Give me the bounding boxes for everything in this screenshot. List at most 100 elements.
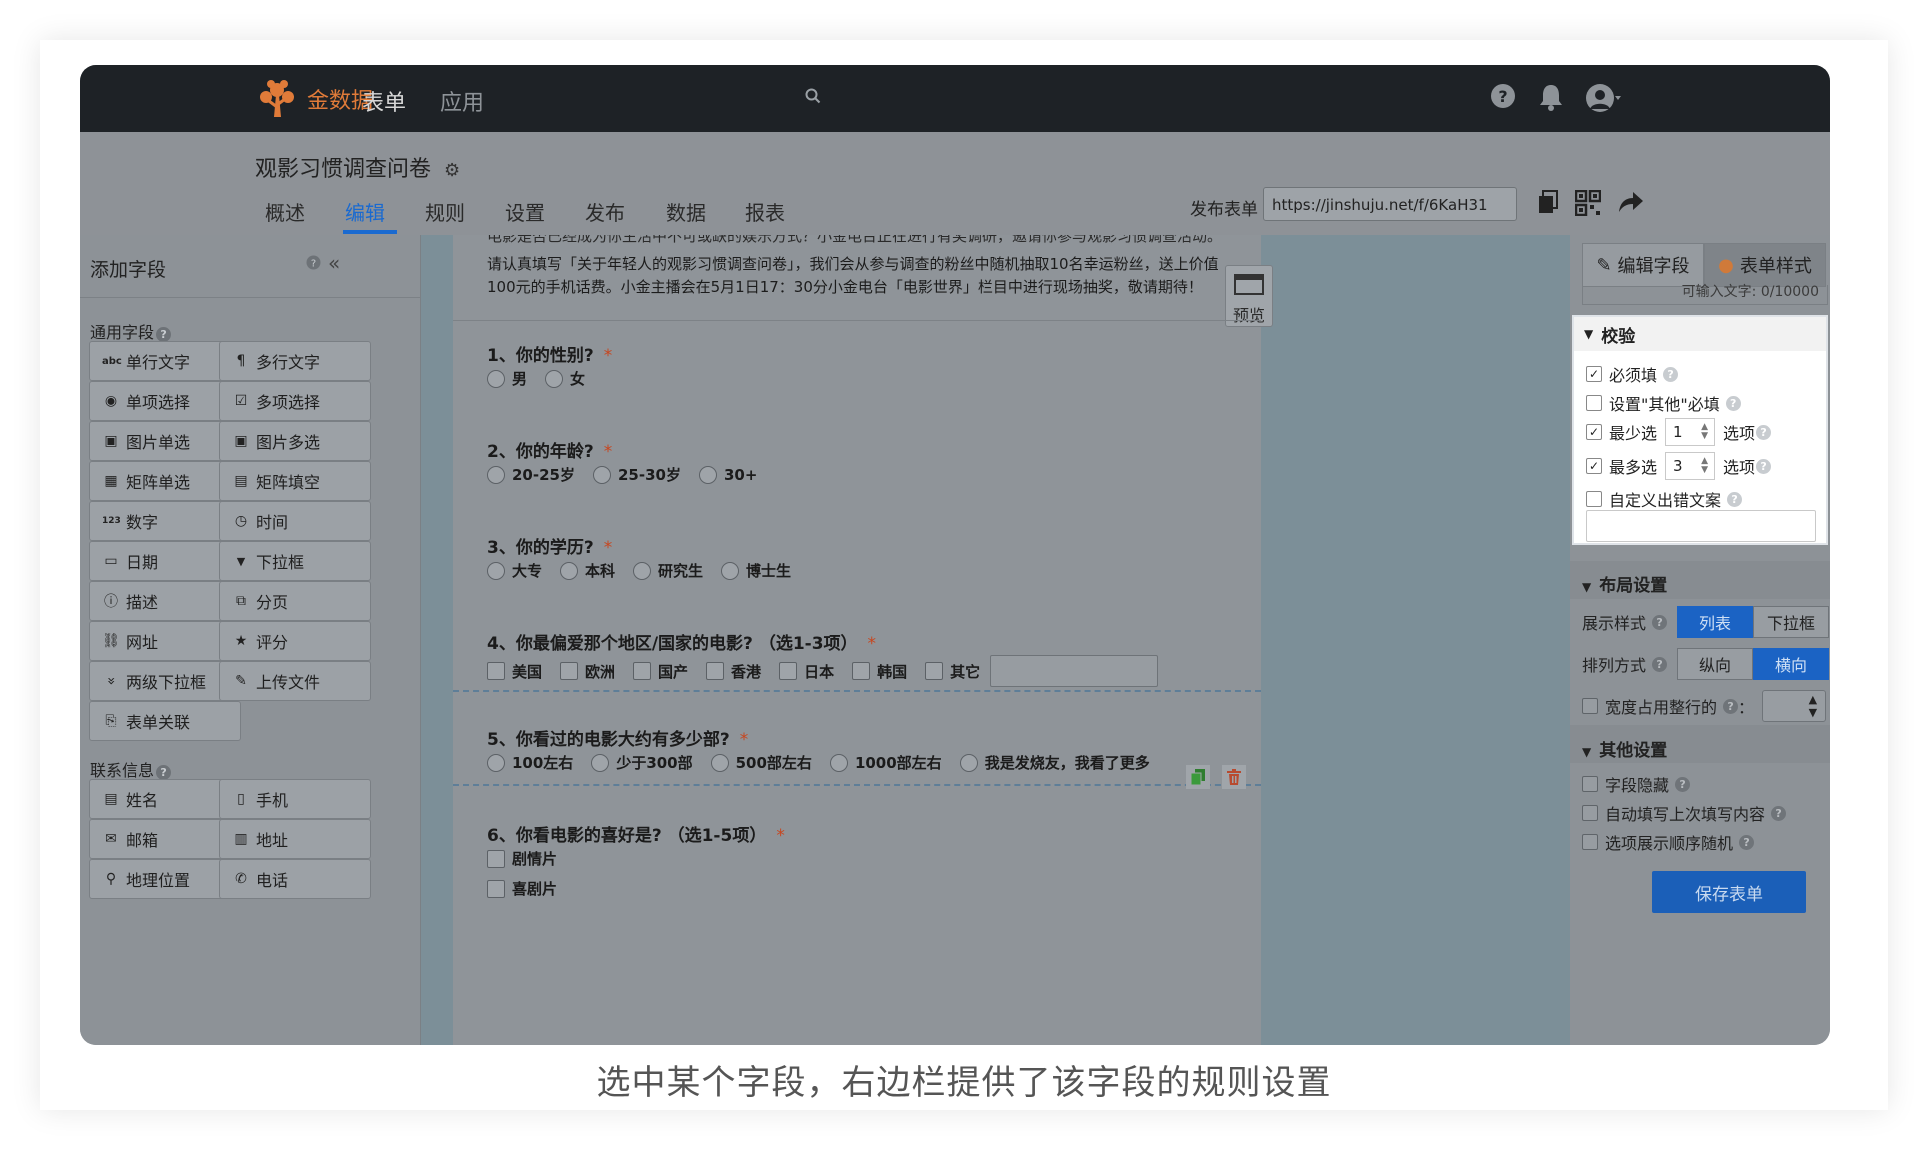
radio-button[interactable]	[487, 369, 505, 388]
layout-heading[interactable]: ▼ 布局设置	[1582, 571, 1667, 596]
radio-option[interactable]: 20-25岁	[487, 464, 575, 485]
min-select-stepper[interactable]: 1 ▲ ▼	[1665, 418, 1716, 446]
autofill-row[interactable]: 自动填写上次填写内容?	[1582, 801, 1787, 825]
save-form-button[interactable]: 保存表单	[1652, 871, 1806, 913]
field-button-dropdown[interactable]: ▼ 下拉框	[219, 541, 371, 581]
field-button-pagination[interactable]: ⧉ 分页	[219, 581, 371, 621]
display-style-list[interactable]: 列表	[1677, 606, 1754, 638]
help-icon[interactable]: ?	[1723, 698, 1739, 714]
preview-button[interactable]: 预览	[1225, 265, 1273, 327]
tab-edit[interactable]: 编辑	[345, 197, 385, 226]
field-button-time[interactable]: ◷ 时间	[219, 501, 371, 541]
tab-settings[interactable]: 设置	[505, 197, 545, 226]
help-icon[interactable]: ?	[1652, 614, 1668, 630]
checkbox[interactable]	[706, 662, 725, 680]
radio-button[interactable]	[545, 369, 564, 388]
help-icon[interactable]: ?	[1756, 458, 1772, 474]
validation-heading[interactable]: ▼ 校验	[1574, 317, 1826, 351]
custom-error-checkbox[interactable]	[1586, 491, 1602, 507]
share-icon[interactable]	[1618, 190, 1644, 218]
random-order-row[interactable]: 选项展示顺序随机?	[1582, 830, 1755, 854]
radio-option[interactable]: 博士生	[721, 560, 791, 581]
checkbox-option[interactable]: 韩国	[852, 661, 907, 682]
nav-link-apps[interactable]: 应用	[440, 85, 484, 117]
checkbox[interactable]	[633, 662, 652, 680]
help-icon[interactable]: ?	[156, 327, 172, 342]
radio-option[interactable]: 研究生	[633, 560, 703, 581]
required-checkbox[interactable]: ✓	[1586, 366, 1602, 382]
arrangement-horizontal[interactable]: 横向	[1753, 648, 1830, 680]
help-icon[interactable]: ?	[1652, 656, 1668, 672]
help-icon[interactable]: ?	[1490, 83, 1516, 113]
help-icon[interactable]: ?	[1725, 395, 1741, 411]
checkbox-option[interactable]: 日本	[779, 661, 834, 682]
radio-button[interactable]	[560, 561, 579, 580]
help-icon[interactable]: ?	[156, 765, 172, 780]
stepper-arrows-icon[interactable]: ▲ ▼	[1701, 423, 1708, 441]
field-button-rating[interactable]: ★ 评分	[219, 621, 371, 661]
radio-button[interactable]	[591, 753, 610, 772]
help-icon[interactable]: ?	[306, 255, 321, 274]
field-button-address[interactable]: ▥ 地址	[219, 819, 371, 859]
random-order-checkbox[interactable]	[1582, 834, 1598, 850]
radio-option[interactable]: 女	[545, 368, 585, 389]
notification-bell-icon[interactable]	[1538, 83, 1564, 115]
checkbox[interactable]	[852, 662, 871, 680]
search-icon[interactable]	[805, 88, 821, 108]
help-icon[interactable]: ?	[1739, 834, 1755, 850]
checkbox[interactable]	[487, 662, 505, 680]
display-style-dropdown[interactable]: 下拉框	[1753, 606, 1830, 638]
checkbox-option[interactable]: 剧情片	[487, 848, 557, 869]
width-select[interactable]: ▲ ▼	[1762, 690, 1827, 722]
hide-field-checkbox[interactable]	[1582, 776, 1598, 792]
field-button-image-multi[interactable]: ▣ 图片多选	[219, 421, 371, 461]
width-checkbox[interactable]	[1582, 698, 1598, 714]
radio-option[interactable]: 30+	[698, 465, 757, 484]
qrcode-icon[interactable]	[1574, 189, 1602, 220]
help-icon[interactable]: ?	[1771, 805, 1787, 821]
checkbox[interactable]	[560, 662, 579, 680]
checkbox-option[interactable]: 其它	[925, 661, 980, 682]
nav-link-forms[interactable]: 表单	[362, 85, 406, 117]
radio-button[interactable]	[698, 465, 717, 484]
field-button-form-link[interactable]: ⎘ 表单关联	[89, 701, 241, 741]
field-button-multi-choice[interactable]: ☑ 多项选择	[219, 381, 371, 421]
custom-error-input[interactable]	[1586, 510, 1816, 542]
radio-button[interactable]	[959, 753, 978, 772]
tab-data[interactable]: 数据	[666, 197, 706, 226]
radio-button[interactable]	[487, 465, 505, 484]
field-button-matrix-fill[interactable]: ▤ 矩阵填空	[219, 461, 371, 501]
checkbox-option[interactable]: 国产	[633, 661, 688, 682]
help-icon[interactable]: ?	[1727, 491, 1743, 507]
tab-reports[interactable]: 报表	[745, 197, 785, 226]
radio-button[interactable]	[633, 561, 652, 580]
help-icon[interactable]: ?	[1756, 424, 1772, 440]
radio-option[interactable]: 我是发烧友，我看了更多	[959, 752, 1150, 773]
tab-overview[interactable]: 概述	[265, 197, 305, 226]
max-select-checkbox[interactable]: ✓	[1586, 458, 1602, 474]
checkbox[interactable]	[779, 662, 798, 680]
checkbox-option[interactable]: 喜剧片	[487, 878, 557, 899]
radio-option[interactable]: 男	[487, 368, 527, 389]
radio-button[interactable]	[710, 753, 729, 772]
other-required-checkbox[interactable]	[1586, 395, 1602, 411]
radio-option[interactable]: 大专	[487, 560, 542, 581]
radio-button[interactable]	[721, 561, 740, 580]
radio-option[interactable]: 25-30岁	[592, 464, 681, 485]
help-icon[interactable]: ?	[1663, 366, 1679, 382]
field-button-upload-file[interactable]: ✎ 上传文件	[219, 661, 371, 701]
checkbox[interactable]	[487, 849, 505, 868]
publish-url-field[interactable]: https://jinshuju.net/f/6KaH31	[1263, 187, 1517, 221]
tab-form-style[interactable]: ● 表单样式	[1704, 243, 1826, 287]
radio-button[interactable]	[487, 753, 505, 772]
arrangement-vertical[interactable]: 纵向	[1677, 648, 1754, 680]
required-row[interactable]: ✓ 必须填?	[1586, 362, 1679, 386]
max-select-stepper[interactable]: 3 ▲ ▼	[1665, 452, 1716, 480]
min-select-checkbox[interactable]: ✓	[1586, 424, 1602, 440]
gear-icon[interactable]: ⚙	[444, 160, 460, 181]
checkbox-option[interactable]: 欧洲	[560, 661, 615, 682]
radio-option[interactable]: 1000部左右	[829, 752, 942, 773]
radio-option[interactable]: 本科	[560, 560, 615, 581]
delete-field-icon[interactable]	[1222, 765, 1246, 789]
other-settings-heading[interactable]: ▼ 其他设置	[1582, 736, 1667, 761]
